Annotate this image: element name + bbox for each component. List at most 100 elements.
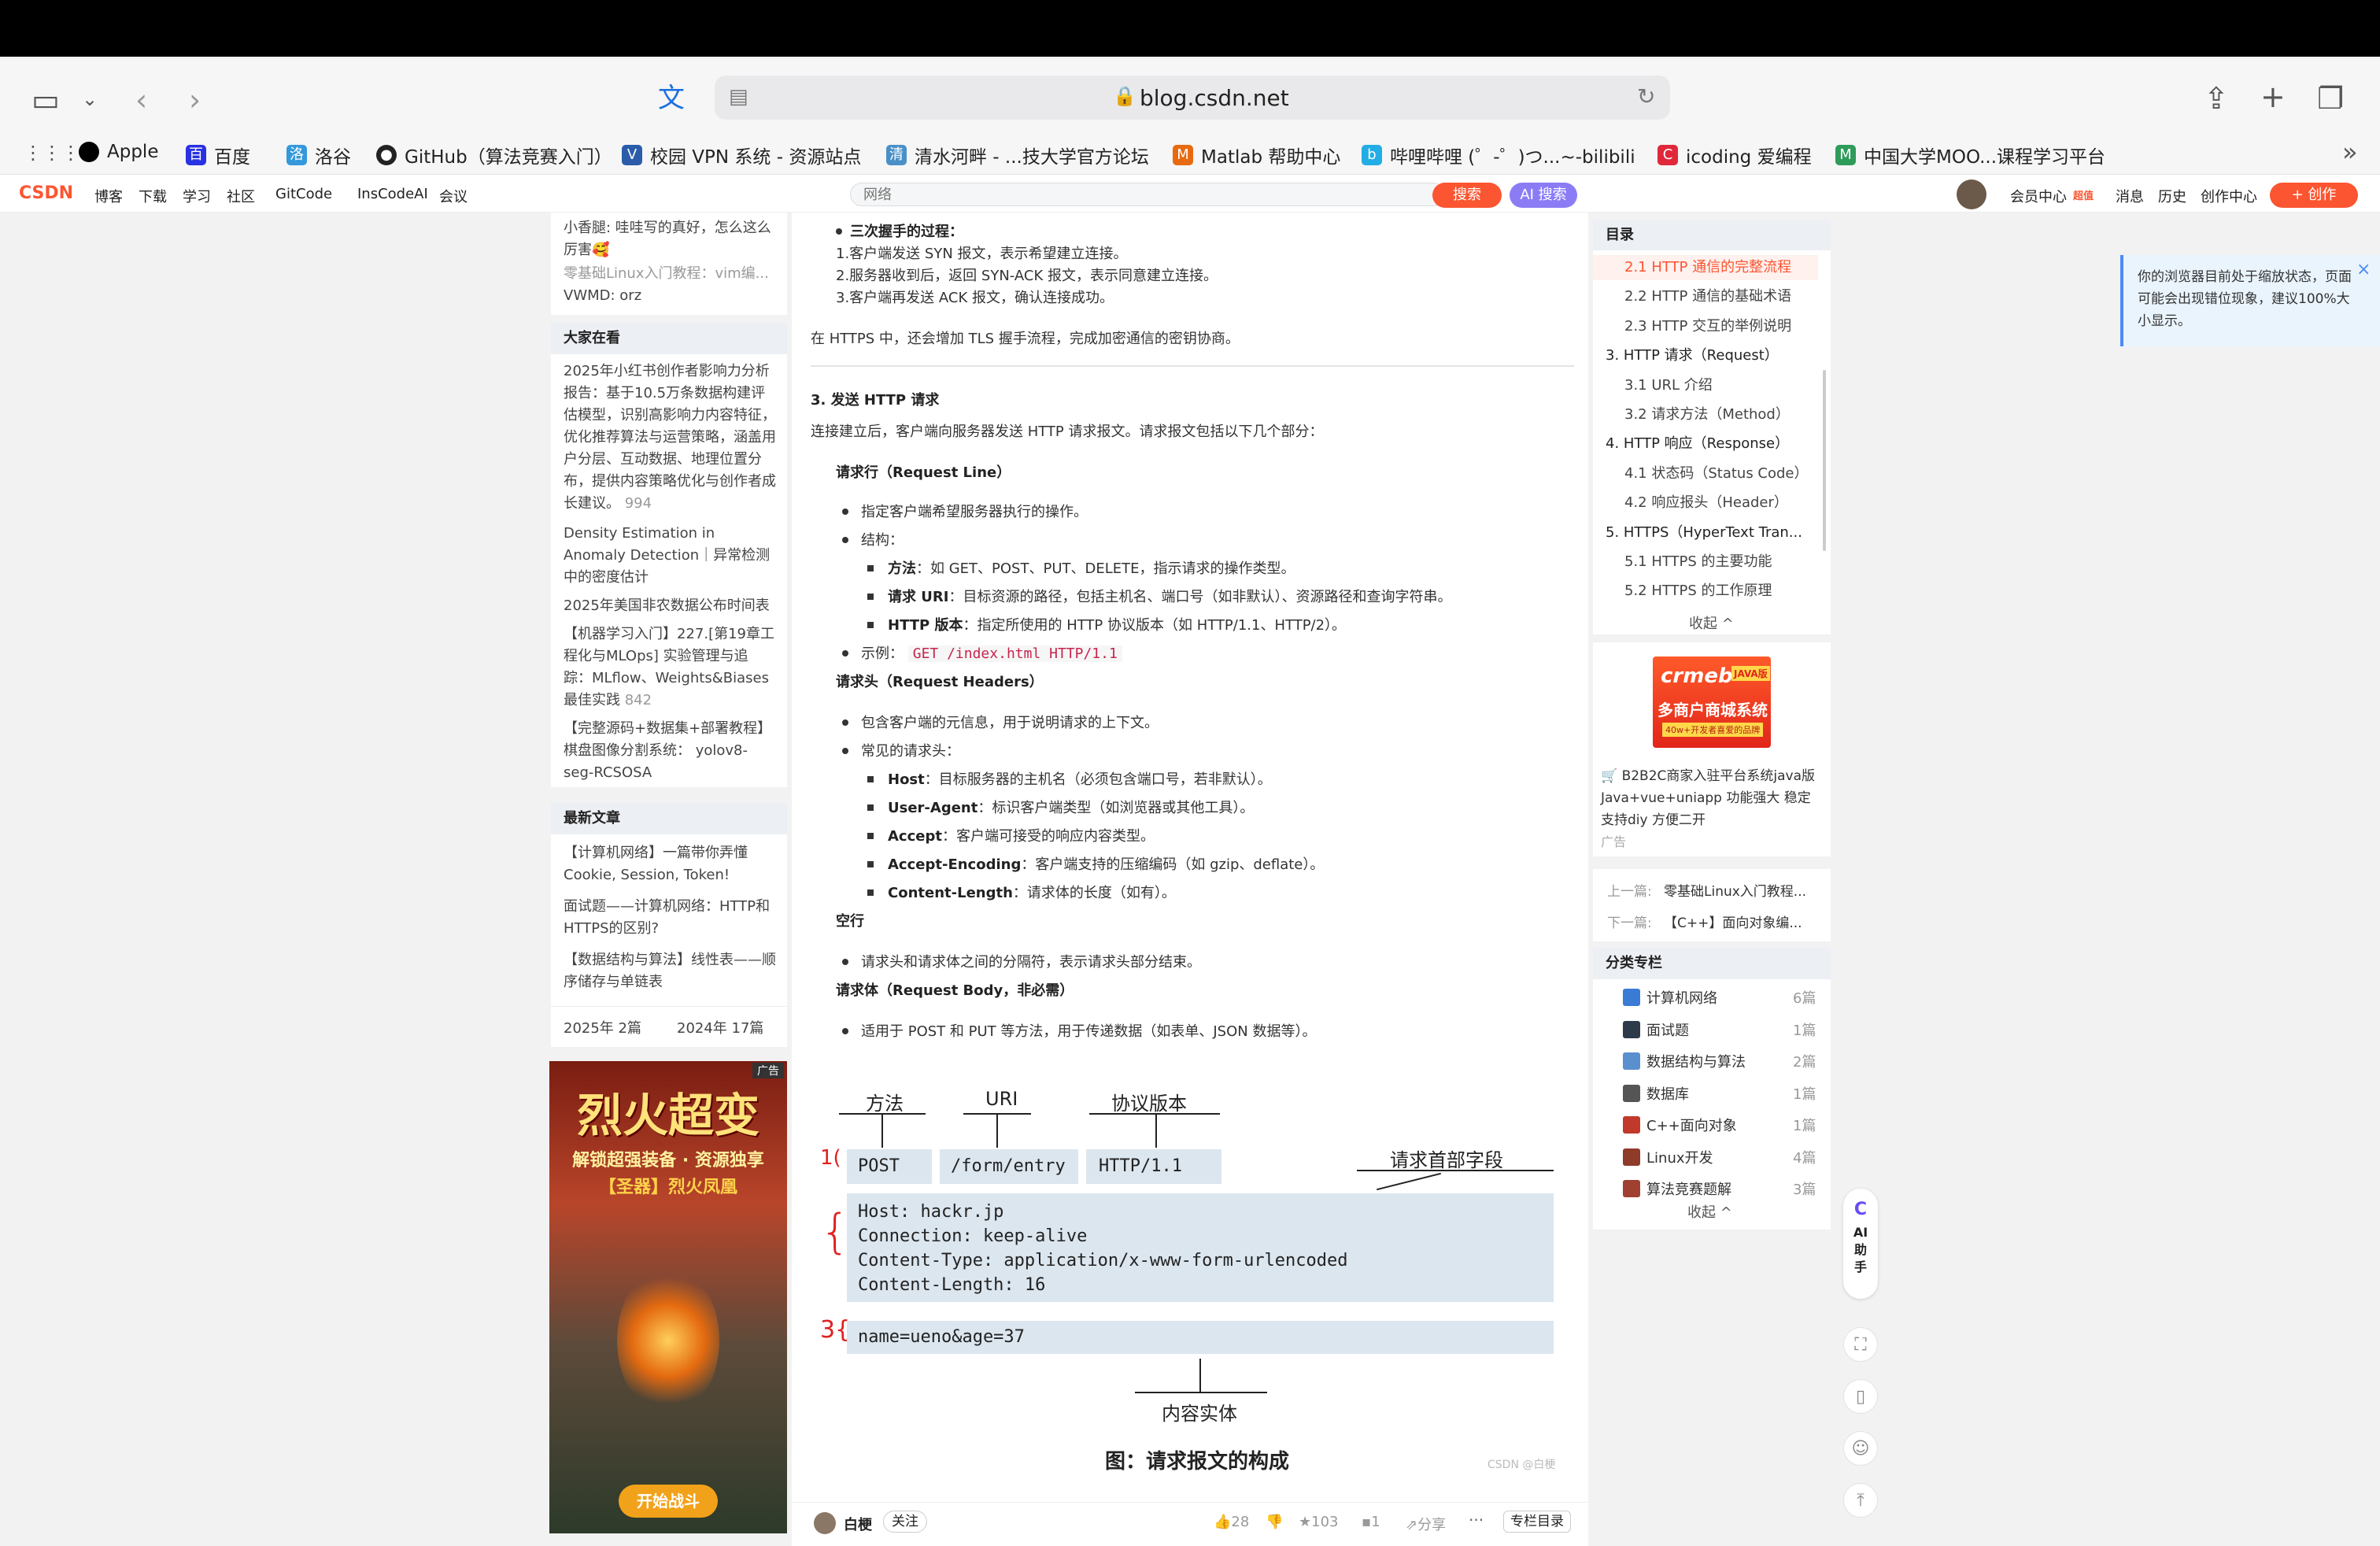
category-item[interactable]: 数据库 — [1646, 1083, 1689, 1104]
categories-collapse-button[interactable]: 收起 ^ — [1687, 1201, 1732, 1222]
fig-header-line: Connection: keep-alive — [858, 1226, 1088, 1246]
ad-start-button[interactable]: 开始战斗 — [619, 1485, 718, 1518]
popular-item[interactable]: 【完整源码+数据集+部署教程】棋盘图像分割系统： yolov8-seg-RCSO… — [564, 718, 776, 784]
toc-item[interactable]: 3.2 请求方法（Method） — [1593, 402, 1818, 427]
more-bookmarks-icon[interactable]: » — [2342, 137, 2358, 167]
share-button[interactable]: ⇗分享 — [1406, 1514, 1446, 1534]
nav-messages[interactable]: 消息 — [2116, 186, 2144, 206]
category-item[interactable]: 面试题 — [1646, 1019, 1689, 1040]
nav-inscodeai[interactable]: InsCodeAI — [357, 186, 428, 202]
nav-meeting[interactable]: 会议 — [439, 186, 468, 206]
comment-item[interactable]: 零基础Linux入门教程：vim编... — [564, 263, 776, 285]
category-item[interactable]: Linux开发 — [1646, 1147, 1713, 1167]
bookmark-luogu[interactable]: 洛洛谷 — [286, 142, 351, 168]
category-item[interactable]: 数据结构与算法 — [1646, 1051, 1746, 1071]
right-ad-card[interactable]: crmeb JAVA版 多商户商城系统 40w+开发者喜爱的品牌 🛒 B2B2C… — [1593, 642, 1831, 856]
toc-item[interactable]: 4.1 状态码（Status Code） — [1593, 461, 1818, 486]
bullet — [867, 890, 874, 896]
sidebar-toggle-icon[interactable]: ▭ — [31, 85, 60, 115]
toc-item[interactable]: 5.2 HTTPS 的工作原理 — [1593, 579, 1818, 601]
category-item[interactable]: C++面向对象 — [1646, 1115, 1737, 1135]
nav-download[interactable]: 下载 — [139, 186, 167, 206]
archive-2025[interactable]: 2025年 2篇 — [564, 1017, 641, 1037]
comment-button[interactable]: ▪1 — [1362, 1514, 1380, 1530]
search-input[interactable] — [850, 183, 1445, 206]
prev-article-link[interactable]: 零基础Linux入门教程... — [1664, 880, 1806, 900]
author-avatar[interactable] — [814, 1512, 836, 1534]
bookmark-mooc[interactable]: M 中国大学MOO...课程学习平台 — [1835, 142, 2105, 168]
next-article-link[interactable]: 【C++】面向对象编... — [1664, 912, 1802, 931]
translate-icon[interactable]: 文 — [658, 85, 685, 112]
toc-item[interactable]: 2.3 HTTP 交互的举例说明 — [1593, 314, 1818, 339]
bookmark-qingshuihepan[interactable]: 清清水河畔 - ...技大学官方论坛 — [886, 142, 1149, 168]
nav-creator-center[interactable]: 创作中心 — [2201, 186, 2257, 206]
popular-item[interactable]: 2025年小红书创作者影响力分析报告：基于10.5万条数据构建评估模型，识别高影… — [564, 361, 776, 515]
back-icon[interactable]: ‹ — [135, 85, 147, 115]
zoom-notice-text: 你的浏览器目前处于缩放状态，页面可能会出现错位现象，建议100%大小显示。 — [2138, 269, 2352, 329]
create-button[interactable]: + 创作 — [2270, 183, 2358, 208]
popular-item[interactable]: 2025年美国非农数据公布时间表 — [564, 595, 776, 617]
csdn-logo[interactable]: CSDN — [19, 183, 73, 203]
toc-item[interactable]: 5. HTTPS（HyperText Tran... — [1593, 520, 1818, 546]
popular-item[interactable]: 【机器学习入门】227.[第19章工程化与MLOps] 实验管理与追踪：MLfl… — [564, 623, 776, 712]
new-tab-icon[interactable]: + — [2260, 82, 2286, 112]
toc-item[interactable]: 2.1 HTTP 通信的完整流程 — [1593, 255, 1818, 280]
follow-button[interactable]: 关注 — [883, 1511, 927, 1533]
bookmark-bilibili[interactable]: b 哔哩哔哩 (゜-゜)つ...~-bilibili — [1362, 142, 1635, 168]
mobile-icon[interactable]: ▯ — [1843, 1379, 1878, 1414]
category-item[interactable]: 计算机网络 — [1646, 987, 1717, 1008]
recent-item[interactable]: 面试题——计算机网络：HTTP和HTTPS的区别? — [564, 896, 776, 940]
nav-blog[interactable]: 博客 — [94, 186, 123, 206]
ai-search-button[interactable]: AI 搜索 — [1510, 183, 1577, 208]
comment-item[interactable]: 小香腿: 哇哇写的真好，怎么这么厉害🥰 — [564, 217, 776, 261]
toc-item[interactable]: 2.2 HTTP 通信的基础术语 — [1593, 284, 1818, 309]
bookmark-vpn[interactable]: V 校园 VPN 系统 - 资源站点 — [622, 142, 861, 168]
chevron-down-icon[interactable]: ⌄ — [82, 90, 98, 109]
search-button[interactable]: 搜索 — [1432, 183, 1502, 208]
comment-icon: ▪ — [1362, 1514, 1372, 1530]
back-to-top-icon[interactable]: ⤒ — [1843, 1483, 1878, 1518]
toc-scrollbar[interactable] — [1823, 370, 1826, 551]
bookmark-icoding[interactable]: Cicoding 爱编程 — [1658, 142, 1812, 168]
feedback-icon[interactable]: ☺ — [1843, 1431, 1878, 1466]
tabs-overview-icon[interactable]: ❐ — [2317, 83, 2344, 113]
reload-icon[interactable]: ↻ — [1637, 83, 1655, 109]
toc-item[interactable]: 3. HTTP 请求（Request） — [1593, 343, 1818, 368]
nav-gitcode[interactable]: GitCode — [275, 186, 332, 202]
ai-helper-button[interactable]: C AI助手 — [1843, 1189, 1878, 1299]
bookmark-github[interactable]: ● GitHub（算法竞赛入门） — [376, 142, 612, 168]
game-ad[interactable]: 广告 烈火超变 解锁超强装备 · 资源独享 【圣器】烈火凤凰 开始战斗 — [549, 1061, 787, 1533]
forward-icon[interactable]: › — [189, 85, 201, 115]
more-button[interactable]: ··· — [1469, 1511, 1484, 1529]
favorite-button[interactable]: ★103 — [1299, 1514, 1339, 1530]
article-footer-bar: 白梗 关注 👍28 👎 ★103 ▪1 ⇗分享 ··· 专栏目录 — [792, 1502, 1588, 1546]
close-icon[interactable]: × — [2356, 260, 2371, 279]
avatar[interactable] — [1957, 179, 1986, 209]
author-name[interactable]: 白梗 — [844, 1514, 872, 1534]
nav-history[interactable]: 历史 — [2158, 186, 2186, 206]
share-icon[interactable]: ⇪ — [2204, 83, 2229, 113]
column-toc-button[interactable]: 专栏目录 — [1503, 1511, 1571, 1533]
nav-community[interactable]: 社区 — [227, 186, 255, 206]
bookmark-apple[interactable]: Apple — [79, 142, 158, 162]
toc-item[interactable]: 5.1 HTTPS 的主要功能 — [1593, 549, 1818, 575]
toc-item[interactable]: 4. HTTP 响应（Response） — [1593, 431, 1818, 457]
recent-item[interactable]: 【计算机网络】一篇带你弄懂Cookie, Session, Token! — [564, 842, 776, 886]
dislike-icon[interactable]: 👎 — [1266, 1514, 1283, 1530]
nav-vip-center[interactable]: 会员中心 — [2010, 186, 2067, 206]
archive-2024[interactable]: 2024年 17篇 — [677, 1017, 763, 1037]
fullscreen-icon[interactable]: ⛶ — [1843, 1327, 1878, 1362]
apps-grid-icon[interactable]: ⋮⋮⋮ — [24, 142, 80, 164]
nav-learn[interactable]: 学习 — [183, 186, 211, 206]
toc-collapse-button[interactable]: 收起 ^ — [1689, 612, 1734, 633]
bookmark-baidu[interactable]: 百百度 — [186, 142, 250, 168]
comment-item[interactable]: VWMD: orz — [564, 285, 776, 307]
bookmark-matlab[interactable]: M Matlab 帮助中心 — [1173, 142, 1340, 168]
recent-item[interactable]: 【数据结构与算法】线性表——顺序储存与单链表 — [564, 949, 776, 993]
toc-item[interactable]: 4.2 响应报头（Header） — [1593, 490, 1818, 516]
popular-item[interactable]: Density Estimation in Anomaly Detection｜… — [564, 523, 776, 589]
category-item[interactable]: 算法竞赛题解 — [1646, 1178, 1731, 1199]
like-button[interactable]: 👍28 — [1214, 1514, 1249, 1530]
reader-icon[interactable]: ▤ — [729, 85, 748, 109]
toc-item[interactable]: 3.1 URL 介绍 — [1593, 373, 1818, 398]
